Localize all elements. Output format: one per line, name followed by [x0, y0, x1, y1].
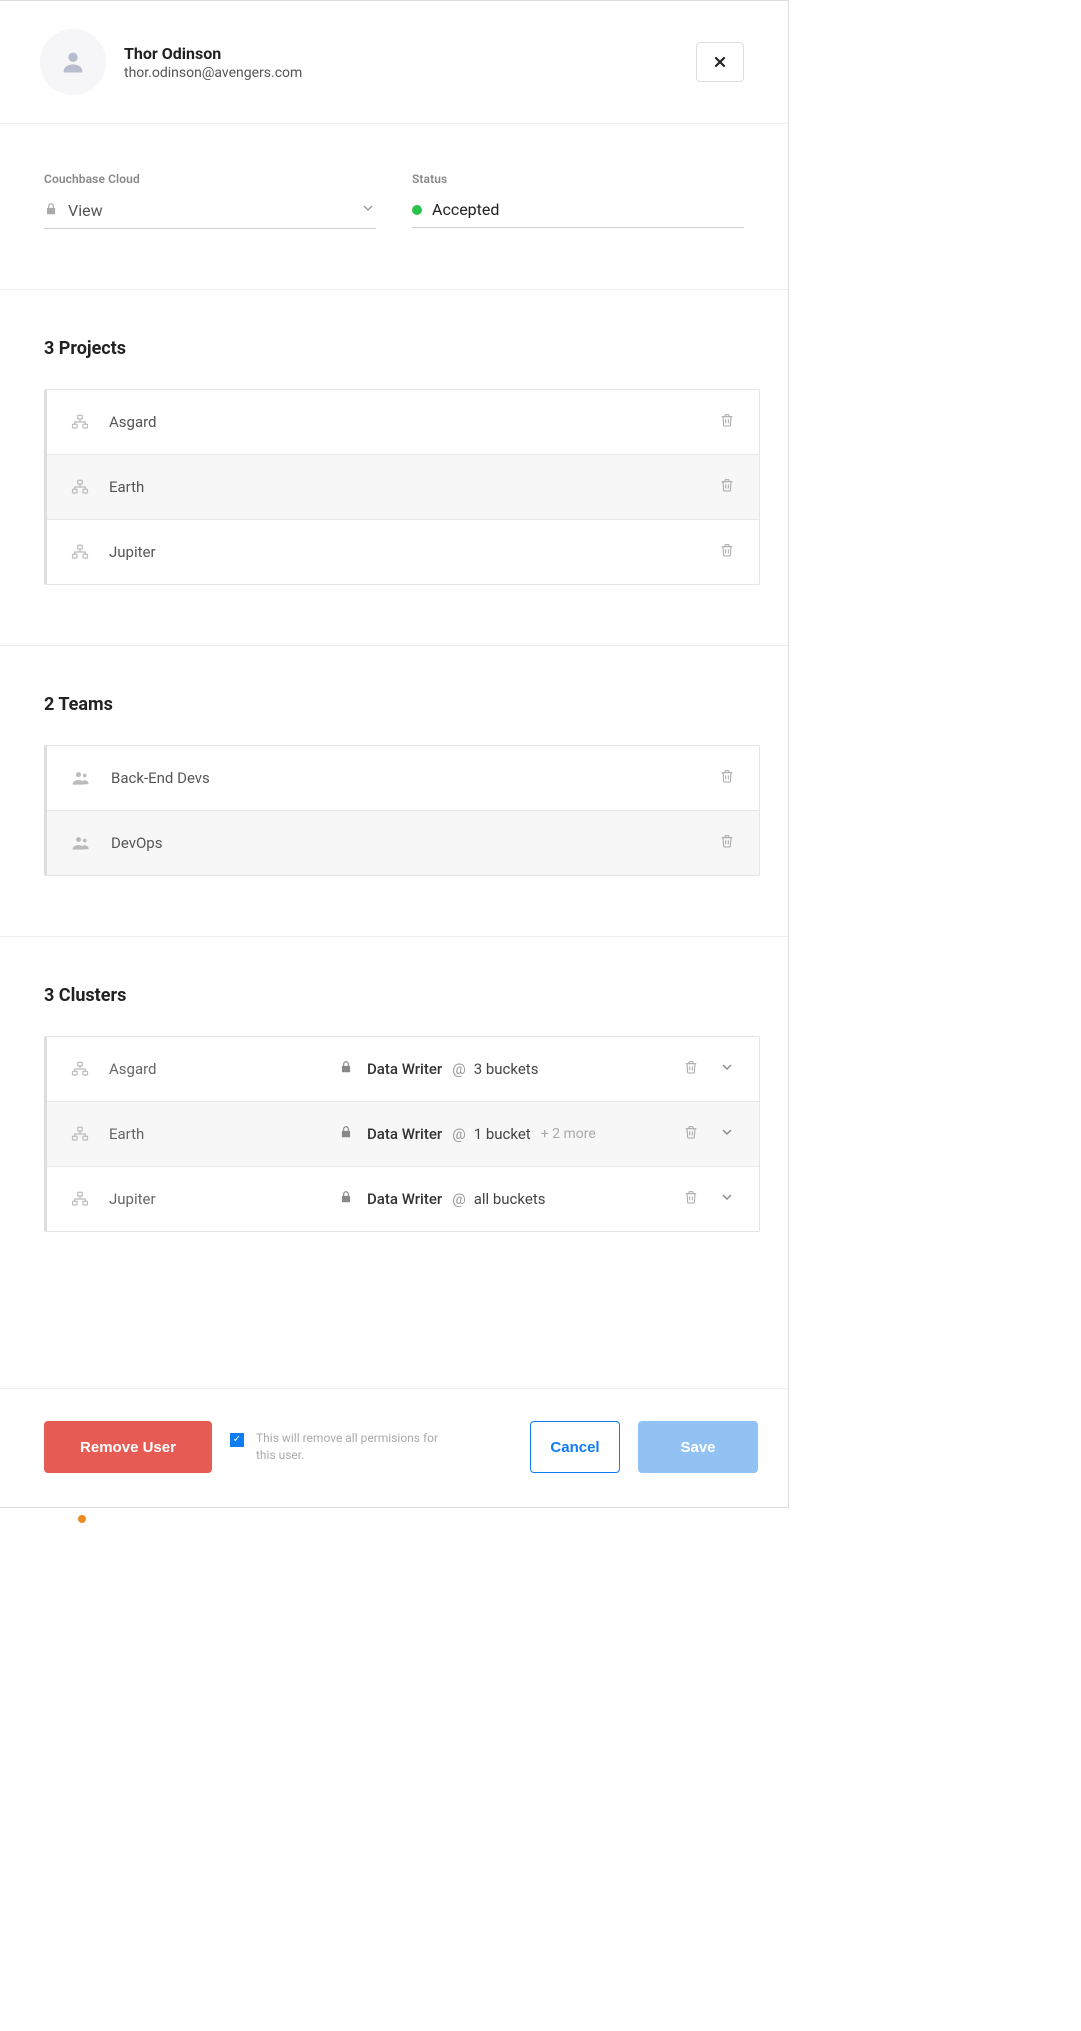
- user-detail-panel: Thor Odinson thor.odinson@avengers.com C…: [0, 0, 789, 1508]
- status-value: Accepted: [432, 200, 499, 219]
- confirm-remove-checkbox[interactable]: ✓: [230, 1433, 244, 1447]
- field-label: Status: [412, 172, 744, 186]
- org-icon: [71, 1060, 89, 1078]
- cluster-buckets: 1 bucket: [474, 1125, 531, 1143]
- cluster-row[interactable]: Earth Data Writer @1 bucket + 2 more: [47, 1102, 759, 1167]
- user-info: Thor Odinson thor.odinson@avengers.com: [124, 44, 302, 81]
- avatar: [40, 29, 106, 95]
- teams-list: Back-End Devs DevOps: [44, 745, 760, 876]
- team-row[interactable]: DevOps: [47, 811, 759, 875]
- confirm-remove-text: This will remove all permisions for this…: [256, 1430, 440, 1464]
- cluster-buckets: all buckets: [474, 1190, 546, 1208]
- cluster-row[interactable]: Jupiter Data Writer @ all buckets: [47, 1167, 759, 1231]
- projects-list: Asgard Earth Jupiter: [44, 389, 760, 585]
- delete-button[interactable]: [683, 1124, 699, 1144]
- team-name: Back-End Devs: [111, 769, 210, 787]
- field-status: Status Accepted: [412, 172, 744, 229]
- team-name: DevOps: [111, 834, 162, 852]
- section-projects: 3 Projects Asgard Earth Jupiter: [0, 290, 788, 646]
- section-title: 2 Teams: [44, 694, 760, 715]
- clusters-list: Asgard Data Writer @3 buckets Earth Data Wri…: [44, 1036, 760, 1232]
- remove-user-button[interactable]: Remove User: [44, 1421, 212, 1473]
- close-button[interactable]: [696, 42, 744, 82]
- user-email: thor.odinson@avengers.com: [124, 65, 302, 81]
- cluster-buckets: 3 buckets: [474, 1060, 539, 1078]
- expand-button[interactable]: [719, 1059, 735, 1079]
- team-icon: [71, 833, 91, 853]
- org-icon: [71, 478, 89, 496]
- org-icon: [71, 1190, 89, 1208]
- field-couchbase-cloud: Couchbase Cloud View: [44, 172, 376, 229]
- close-icon: [712, 54, 728, 70]
- expand-button[interactable]: [719, 1124, 735, 1144]
- project-row[interactable]: Jupiter: [47, 520, 759, 584]
- team-icon: [71, 768, 91, 788]
- org-icon: [71, 1125, 89, 1143]
- cluster-more: + 2 more: [541, 1126, 596, 1142]
- cloud-value: View: [68, 201, 103, 220]
- project-row[interactable]: Asgard: [47, 390, 759, 455]
- cluster-row[interactable]: Asgard Data Writer @3 buckets: [47, 1037, 759, 1102]
- user-name: Thor Odinson: [124, 44, 302, 63]
- section-title: 3 Projects: [44, 338, 760, 359]
- panel-header: Thor Odinson thor.odinson@avengers.com: [0, 1, 788, 124]
- cluster-role: Data Writer: [367, 1125, 442, 1143]
- confirm-remove-wrap: ✓ This will remove all permisions for th…: [230, 1430, 440, 1464]
- cluster-name: Asgard: [109, 1060, 339, 1078]
- cancel-button[interactable]: Cancel: [530, 1421, 620, 1473]
- status-display: Accepted: [412, 194, 744, 228]
- user-icon: [59, 48, 87, 76]
- lock-icon: [339, 1060, 353, 1078]
- save-button[interactable]: Save: [638, 1421, 758, 1473]
- at-symbol: @: [452, 1190, 465, 1208]
- indicator-dot-icon: [78, 1515, 86, 1523]
- team-row[interactable]: Back-End Devs: [47, 746, 759, 811]
- status-dot-icon: [412, 205, 422, 215]
- section-title: 3 Clusters: [44, 985, 760, 1006]
- lock-icon: [339, 1190, 353, 1208]
- field-row: Couchbase Cloud View Status Accepted: [0, 124, 788, 290]
- delete-button[interactable]: [683, 1189, 699, 1209]
- delete-button[interactable]: [719, 833, 735, 853]
- project-row[interactable]: Earth: [47, 455, 759, 520]
- org-icon: [71, 543, 89, 561]
- cloud-select[interactable]: View: [44, 194, 376, 229]
- expand-button[interactable]: [719, 1189, 735, 1209]
- delete-button[interactable]: [719, 412, 735, 432]
- section-teams: 2 Teams Back-End Devs DevOps: [0, 646, 788, 937]
- delete-button[interactable]: [719, 768, 735, 788]
- panel-footer: Remove User ✓ This will remove all permi…: [0, 1388, 788, 1507]
- at-symbol: @: [452, 1125, 465, 1143]
- cluster-role: Data Writer: [367, 1060, 442, 1078]
- org-icon: [71, 413, 89, 431]
- delete-button[interactable]: [719, 542, 735, 562]
- project-name: Asgard: [109, 413, 157, 431]
- section-clusters: 3 Clusters Asgard Data Writer @3 buckets Ea…: [0, 937, 788, 1292]
- at-symbol: @: [452, 1060, 465, 1078]
- delete-button[interactable]: [719, 477, 735, 497]
- project-name: Jupiter: [109, 543, 156, 561]
- lock-icon: [339, 1125, 353, 1143]
- lock-icon: [44, 201, 58, 220]
- chevron-down-icon: [360, 200, 376, 220]
- delete-button[interactable]: [683, 1059, 699, 1079]
- cluster-role: Data Writer: [367, 1190, 442, 1208]
- cluster-name: Earth: [109, 1125, 339, 1143]
- cluster-name: Jupiter: [109, 1190, 339, 1208]
- field-label: Couchbase Cloud: [44, 172, 376, 186]
- project-name: Earth: [109, 478, 144, 496]
